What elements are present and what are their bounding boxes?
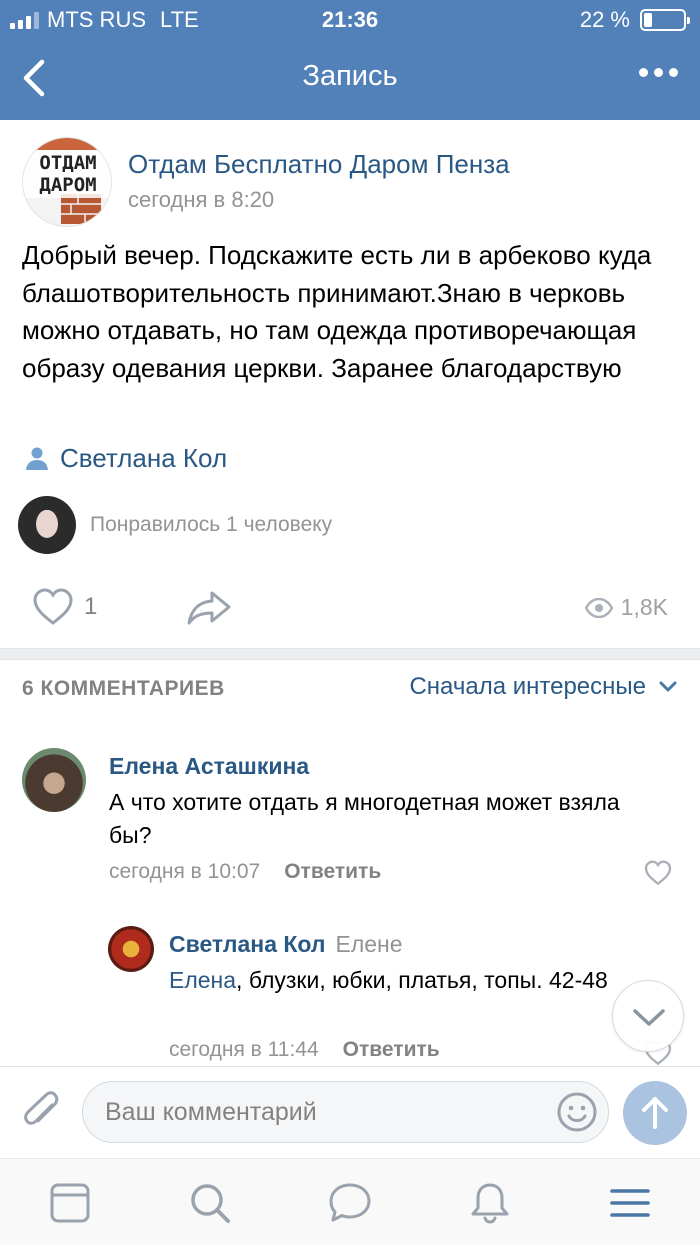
commenter-avatar[interactable] <box>108 926 154 972</box>
post-text: Добрый вечер. Подскажите есть ли в арбек… <box>22 240 652 383</box>
news-icon <box>50 1183 90 1223</box>
person-icon <box>26 447 48 470</box>
nav-bar: Запись <box>0 40 700 120</box>
comment-meta: сегодня в 10:07 Ответить <box>109 860 381 884</box>
chevron-down-icon <box>633 1009 665 1026</box>
more-button[interactable] <box>639 68 678 77</box>
reply-button[interactable]: Ответить <box>284 860 381 883</box>
like-button[interactable]: 1 <box>32 588 97 626</box>
tab-bar <box>0 1158 700 1245</box>
comment-text: А что хотите отдать я многодетная может … <box>109 789 620 848</box>
tab-messages[interactable] <box>326 1179 374 1227</box>
paperclip-icon <box>24 1091 59 1125</box>
tab-menu[interactable] <box>606 1179 654 1227</box>
community-name-link[interactable]: Отдам Бесплатно Даром Пенза <box>128 149 510 180</box>
post-author-name: Светлана Кол <box>60 442 228 473</box>
comment-item: Елена Асташкина А что хотите отдать я мн… <box>0 740 700 900</box>
eye-icon <box>584 597 613 618</box>
sort-label: Сначала интересные <box>409 673 646 700</box>
community-logo-text: ОТДАМ ДАРОМ <box>23 150 111 198</box>
commenter-avatar[interactable] <box>22 748 86 812</box>
chevron-down-icon <box>659 681 677 692</box>
status-bar: MTS RUS LTE 21:36 22 % <box>0 0 700 40</box>
comment-author[interactable]: Светлана Кол Елене <box>169 931 403 958</box>
messages-icon <box>329 1183 371 1222</box>
share-arrow-icon <box>187 591 231 625</box>
comment-time: сегодня в 10:07 <box>109 860 261 883</box>
send-button[interactable] <box>623 1081 687 1145</box>
page-title: Запись <box>302 60 398 92</box>
heart-icon <box>644 860 672 886</box>
scroll-down-button[interactable] <box>612 980 684 1052</box>
battery-percent: 22 % <box>579 7 630 32</box>
post-actions: 1 1,8K <box>0 580 700 636</box>
smiley-icon <box>557 1092 597 1132</box>
tab-search[interactable] <box>186 1179 234 1227</box>
search-icon <box>191 1184 230 1223</box>
liker-avatar <box>18 496 76 554</box>
comment-composer <box>0 1066 700 1158</box>
likes-text: Понравилось 1 человеку <box>90 513 333 536</box>
sort-dropdown[interactable]: Сначала интересные <box>409 673 678 701</box>
app-header: MTS RUS LTE 21:36 22 % Запись <box>0 0 700 120</box>
like-count: 1 <box>84 593 98 620</box>
comment-like-button[interactable] <box>644 860 672 891</box>
emoji-button[interactable] <box>556 1091 598 1138</box>
comment-input[interactable] <box>105 1082 545 1142</box>
comment-meta: сегодня в 11:44 Ответить <box>169 1038 440 1062</box>
comment-time: сегодня в 11:44 <box>169 1038 319 1061</box>
mention-link[interactable]: Елена <box>169 967 236 993</box>
reply-text: , блузки, юбки, платья, топы. 42-48 <box>236 967 608 993</box>
post-time: сегодня в 8:20 <box>128 187 275 212</box>
battery-icon <box>640 9 690 31</box>
comment-author[interactable]: Елена Асташкина <box>109 753 309 780</box>
views-counter: 1,8K <box>584 594 668 621</box>
comment-input-box[interactable] <box>82 1081 609 1143</box>
comment-text: Елена, блузки, юбки, платья, топы. 42-48 <box>169 964 614 997</box>
notifications-icon <box>471 1183 509 1224</box>
heart-icon <box>33 588 73 625</box>
community-avatar[interactable]: ОТДАМ ДАРОМ <box>22 137 112 227</box>
status-right: 22 % <box>579 7 690 33</box>
comments-header: 6 КОММЕНТАРИЕВ Сначала интересные <box>22 673 678 709</box>
reply-button[interactable]: Ответить <box>343 1038 440 1061</box>
menu-icon <box>610 1189 650 1217</box>
section-divider <box>0 648 700 660</box>
reply-author-name: Светлана Кол <box>169 931 326 957</box>
likes-summary[interactable]: Понравилось 1 человеку <box>18 496 678 554</box>
comments-count: 6 КОММЕНТАРИЕВ <box>22 677 225 700</box>
views-count: 1,8K <box>620 594 668 620</box>
reply-comment-item: Светлана Кол Елене Елена, блузки, юбки, п… <box>0 920 700 1066</box>
more-dots-icon <box>639 68 648 77</box>
share-button[interactable] <box>186 590 232 631</box>
reply-to-label: Елене <box>335 931 403 957</box>
tab-notifications[interactable] <box>466 1179 514 1227</box>
attach-button[interactable] <box>22 1091 62 1140</box>
arrow-up-icon <box>642 1097 668 1129</box>
tab-news[interactable] <box>46 1179 94 1227</box>
post-header: ОТДАМ ДАРОМ Отдам Бесплатно Даром Пенза … <box>22 137 682 227</box>
post-author-link[interactable]: Светлана Кол <box>24 441 227 475</box>
